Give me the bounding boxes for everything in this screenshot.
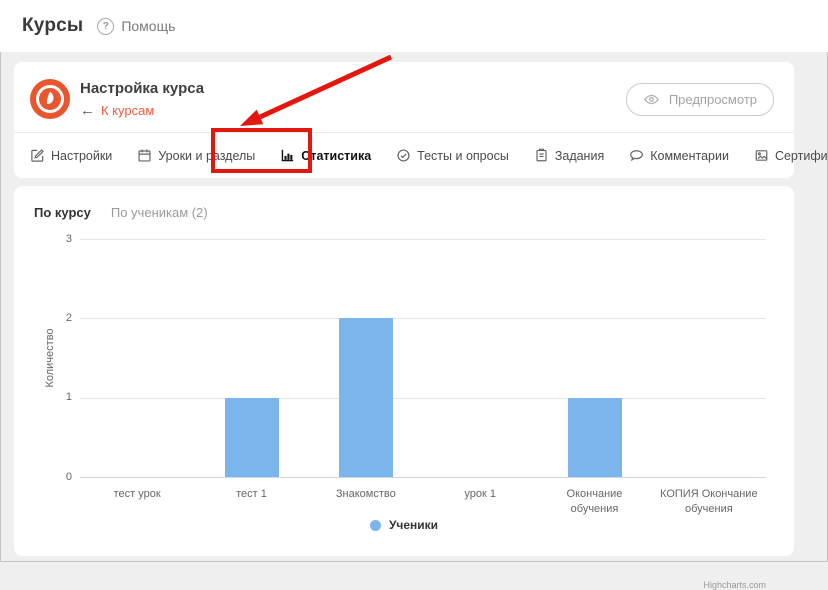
preview-button[interactable]: Предпросмотр [626,83,774,116]
tab-statistics[interactable]: Статистика [280,148,371,163]
bar-chart-icon [280,148,295,163]
tab-label: Задания [555,149,604,163]
preview-button-label: Предпросмотр [669,92,757,107]
chart-bar[interactable] [568,398,622,477]
stats-tab-by-students[interactable]: По ученикам (2) [111,205,208,225]
tab-settings[interactable]: Настройки [30,148,112,163]
gridline [80,239,766,240]
x-category-label: Окончание обучения [541,487,647,517]
tab-certificates[interactable]: Сертификаты [754,148,828,163]
certificate-icon [754,148,769,163]
tab-label: Комментарии [650,149,729,163]
tab-label: Сертификаты [775,149,828,163]
stats-tab-by-course[interactable]: По курсу [34,205,91,225]
y-axis-title: Количество [44,328,56,387]
x-category-label: КОПИЯ Окончание обучения [656,487,762,517]
calendar-icon [137,148,152,163]
tab-label: Статистика [301,149,371,163]
tab-assignments[interactable]: Задания [534,148,604,163]
highcharts-credits-link[interactable]: Highcharts.com [703,580,766,590]
edit-icon [30,148,45,163]
back-to-courses-link[interactable]: ← К курсам [80,103,626,118]
x-category-label: урок 1 [427,487,533,502]
content-area: Настройка курса ← К курсам Предпросмотр [0,52,828,556]
bar-chart: Ученики Highcharts.com 0123тест уроктест… [14,225,794,555]
page-title: Курсы [22,15,83,37]
y-tick-label: 1 [28,391,72,403]
course-logo-icon [30,79,70,119]
x-category-label: тест урок [84,487,190,502]
legend-dot-icon [370,520,381,531]
gridline [80,398,766,399]
course-title: Настройка курса [80,80,626,97]
tab-lessons[interactable]: Уроки и разделы [137,148,255,163]
x-category-label: тест 1 [198,487,304,502]
course-settings-card: Настройка курса ← К курсам Предпросмотр [14,62,794,178]
check-circle-icon [396,148,411,163]
help-button[interactable]: ? Помощь [97,18,175,35]
stats-tabs: По курсу По ученикам (2) [14,186,794,225]
tab-tests[interactable]: Тесты и опросы [396,148,509,163]
course-header: Настройка курса ← К курсам Предпросмотр [14,62,794,132]
tab-label: Тесты и опросы [417,149,509,163]
comments-icon [629,148,644,163]
clipboard-icon [534,148,549,163]
x-category-label: Знакомство [313,487,419,502]
x-axis-line [80,477,766,478]
chart-bar[interactable] [225,398,279,477]
gridline [80,318,766,319]
y-tick-label: 2 [28,312,72,324]
help-label: Помощь [121,18,175,34]
course-meta: Настройка курса ← К курсам [80,80,626,118]
question-circle-icon: ? [97,18,114,35]
left-arrow-icon: ← [80,103,95,118]
eye-icon [643,91,660,108]
y-tick-label: 0 [28,471,72,483]
top-bar: Курсы ? Помощь [0,0,828,52]
tab-label: Настройки [51,149,112,163]
y-tick-label: 3 [28,233,72,245]
legend-label: Ученики [389,518,438,532]
tab-comments[interactable]: Комментарии [629,148,729,163]
tab-label: Уроки и разделы [158,149,255,163]
course-tabs-bar: Настройки Уроки и разделы Статистика [14,132,794,178]
chart-bar[interactable] [339,318,393,477]
back-link-label: К курсам [101,103,154,118]
chart-legend[interactable]: Ученики [14,518,794,532]
statistics-card: По курсу По ученикам (2) Ученики Highcha… [14,186,794,556]
